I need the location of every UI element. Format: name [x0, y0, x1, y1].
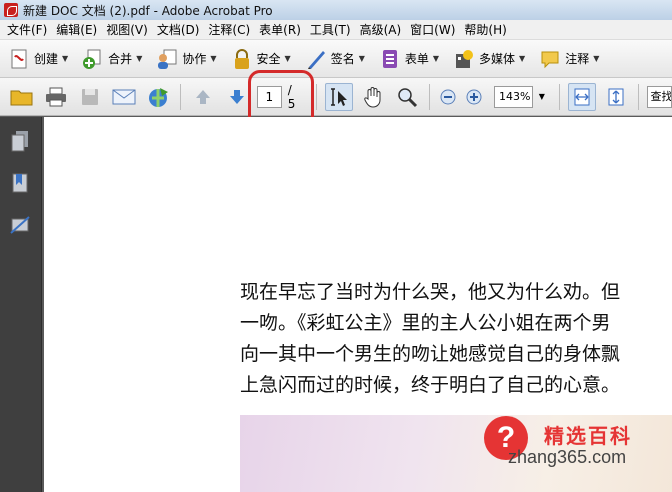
lock-icon	[231, 48, 253, 70]
toolbar-separator	[637, 83, 639, 110]
forms-button[interactable]: 表单 ▼	[377, 44, 443, 74]
magnifier-icon	[398, 87, 418, 107]
sign-label: 签名	[330, 52, 355, 66]
document-line: 一吻。《彩虹公主》里的主人公小姐在两个男	[240, 312, 611, 334]
forms-label: 表单	[404, 52, 429, 66]
chevron-down-icon: ▼	[210, 54, 217, 63]
toolbar-separator	[316, 83, 318, 110]
next-page-button[interactable]	[223, 83, 251, 111]
previous-page-button[interactable]	[189, 83, 217, 111]
collaborate-icon	[156, 48, 178, 70]
zoom-out-button[interactable]	[438, 83, 458, 111]
security-button[interactable]: 安全 ▼	[229, 44, 295, 74]
floppy-disk-icon	[82, 88, 98, 105]
marquee-zoom-button[interactable]	[393, 83, 421, 111]
document-line: 向一其中一个男生的吻让她感觉自己的身体飘	[240, 343, 621, 365]
web-share-button[interactable]	[144, 83, 172, 111]
menu-bar: 文件(F) 编辑(E) 视图(V) 文档(D) 注释(C) 表单(R) 工具(T…	[0, 20, 672, 40]
navigation-toolbar: 1 / 5 143% ▼ 查找	[0, 78, 672, 116]
collaborate-button[interactable]: 协作 ▼	[154, 44, 220, 74]
comment-icon	[539, 48, 561, 70]
chevron-down-icon: ▼	[593, 54, 600, 63]
signatures-icon[interactable]	[9, 213, 31, 237]
pages-icon[interactable]	[9, 129, 31, 153]
menu-window[interactable]: 窗口(W)	[407, 21, 461, 38]
envelope-icon	[112, 89, 136, 104]
fit-width-icon	[574, 88, 590, 105]
combine-label: 合并	[108, 52, 133, 66]
menu-forms[interactable]: 表单(R)	[256, 21, 307, 38]
chevron-down-icon: ▼	[284, 54, 291, 63]
pen-sign-icon	[305, 48, 327, 70]
chevron-down-icon: ▼	[358, 54, 365, 63]
zoom-in-icon	[466, 89, 482, 104]
zoom-in-button[interactable]	[464, 83, 484, 111]
fit-page-icon	[608, 88, 624, 105]
document-line: 上急闪而过的时候，终于明白了自己的心意。	[240, 374, 621, 396]
combine-button[interactable]: 合并 ▼	[80, 44, 146, 74]
menu-file[interactable]: 文件(F)	[4, 21, 53, 38]
window-title: 新建 DOC 文档 (2).pdf - Adobe Acrobat Pro	[23, 3, 273, 18]
chevron-down-icon: ▼	[432, 54, 440, 63]
form-icon	[379, 48, 401, 70]
text-cursor-arrow-icon	[331, 87, 348, 106]
toolbar-separator	[429, 83, 431, 110]
multimedia-icon	[453, 48, 475, 70]
toolbar-separator	[558, 83, 560, 110]
menu-comments[interactable]: 注释(C)	[205, 21, 256, 38]
arrow-down-icon	[229, 89, 244, 104]
security-label: 安全	[256, 52, 281, 66]
fit-page-button[interactable]	[602, 83, 630, 111]
menu-advanced[interactable]: 高级(A)	[357, 21, 408, 38]
toolbar-separator	[180, 83, 181, 110]
comment-button[interactable]: 注释 ▼	[537, 44, 603, 74]
menu-tools[interactable]: 工具(T)	[307, 21, 357, 38]
sign-button[interactable]: 签名 ▼	[303, 44, 369, 74]
create-pdf-icon	[8, 48, 30, 70]
title-bar: 新建 DOC 文档 (2).pdf - Adobe Acrobat Pro	[0, 0, 672, 20]
watermark-url: zhang365.com	[508, 447, 627, 467]
chevron-down-icon: ▼	[136, 54, 143, 63]
site-watermark: ? 精选百科 zhang365.com	[480, 412, 670, 482]
hand-tool-button[interactable]	[359, 83, 387, 111]
open-button[interactable]	[8, 83, 36, 111]
create-button[interactable]: 创建 ▼	[6, 44, 72, 74]
menu-edit[interactable]: 编辑(E)	[53, 21, 103, 38]
tasks-toolbar: 创建 ▼ 合并 ▼ 协作 ▼ 安全 ▼ 签名 ▼ 表单 ▼ 多媒体 ▼ 注释 ▼	[0, 40, 672, 78]
find-input[interactable]: 查找	[646, 85, 672, 108]
watermark-brand: 精选百科	[544, 424, 632, 448]
comment-label: 注释	[565, 52, 590, 66]
collaborate-label: 协作	[182, 52, 207, 66]
multimedia-button[interactable]: 多媒体 ▼	[451, 44, 529, 74]
fit-width-button[interactable]	[567, 82, 596, 111]
acrobat-app-icon	[4, 3, 18, 17]
menu-document[interactable]: 文档(D)	[154, 21, 206, 38]
globe-arrow-icon	[149, 87, 168, 107]
document-text: 现在早忘了当时为什么哭，他又为什么劝。但 一吻。《彩虹公主》里的主人公小姐在两个…	[240, 277, 672, 401]
combine-files-icon	[82, 48, 104, 70]
menu-view[interactable]: 视图(V)	[103, 21, 154, 38]
zoom-dropdown-icon[interactable]: ▼	[539, 92, 545, 101]
zoom-out-icon	[440, 89, 456, 104]
hand-icon	[364, 86, 381, 108]
email-button[interactable]	[110, 83, 138, 111]
save-button[interactable]	[76, 83, 104, 111]
folder-icon	[10, 90, 33, 105]
arrow-up-icon	[195, 89, 210, 104]
chevron-down-icon: ▼	[62, 54, 69, 63]
zoom-level-field[interactable]: 143%	[494, 85, 533, 108]
multimedia-label: 多媒体	[479, 52, 516, 66]
create-label: 创建	[34, 52, 59, 66]
select-tool-button[interactable]	[325, 82, 354, 111]
chevron-down-icon: ▼	[519, 54, 526, 63]
bookmarks-icon[interactable]	[9, 171, 31, 195]
document-line: 现在早忘了当时为什么哭，他又为什么劝。但	[240, 281, 621, 303]
print-button[interactable]	[42, 83, 70, 111]
printer-icon	[46, 87, 66, 106]
navigation-panel	[0, 117, 42, 492]
menu-help[interactable]: 帮助(H)	[461, 21, 512, 38]
